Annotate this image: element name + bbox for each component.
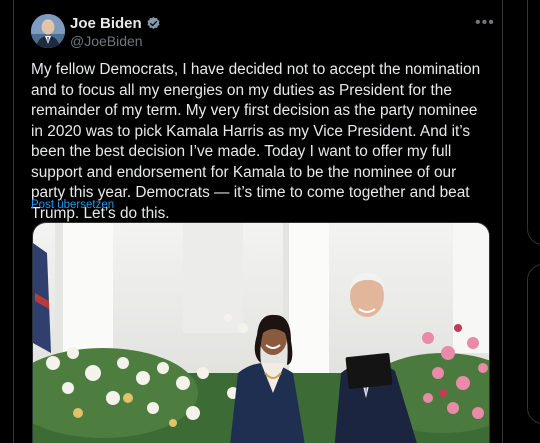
left-column-edge (0, 0, 14, 443)
author-name-row: Joe Biden (70, 15, 161, 32)
photo-image (33, 223, 489, 443)
avatar-image (31, 14, 65, 48)
sidebar-card (527, 0, 540, 245)
display-name[interactable]: Joe Biden (70, 15, 142, 32)
tweet: Joe Biden @JoeBiden ••• My fellow Democr… (15, 0, 502, 443)
tweet-media-photo[interactable] (32, 222, 490, 443)
verified-badge-icon (146, 16, 161, 31)
author-handle[interactable]: @JoeBiden (70, 33, 143, 49)
translate-post-link[interactable]: Post übersetzen (31, 199, 114, 211)
avatar[interactable] (31, 14, 65, 48)
more-options-icon[interactable]: ••• (475, 14, 495, 32)
sidebar-card (527, 264, 540, 424)
